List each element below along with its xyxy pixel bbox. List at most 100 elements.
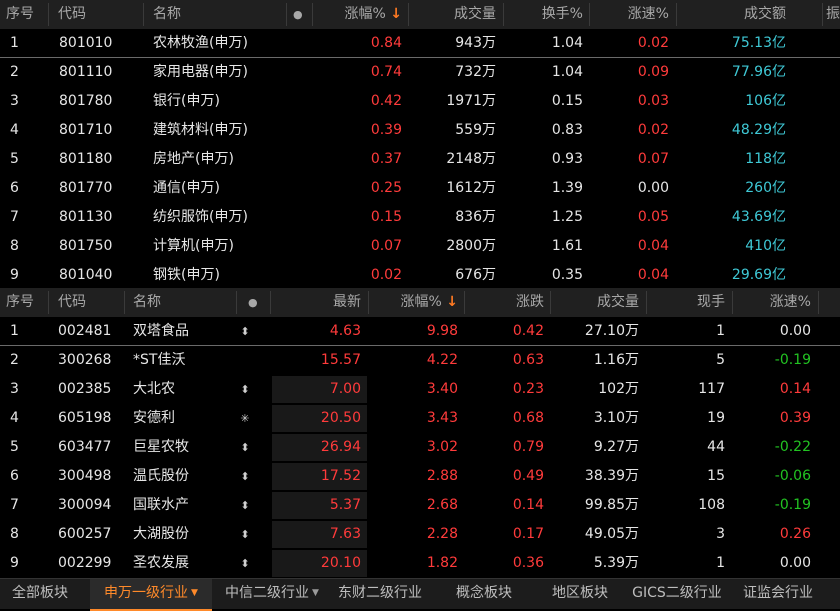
tab-label: 中信二级行业 xyxy=(225,585,310,601)
cell-change: 0.42 xyxy=(512,323,544,339)
col-header-turnover[interactable]: 换手% xyxy=(503,0,583,29)
cell-change: 0.23 xyxy=(512,381,544,397)
cell-code: 002299 xyxy=(58,555,112,571)
table-row[interactable]: 3 002385 大北农 ⬍ 7.00 3.40 0.23 102万 117 0.14 xyxy=(0,375,840,404)
cell-vol: 27.10万 xyxy=(584,323,639,339)
col-header-pct[interactable]: 涨幅% ↓ xyxy=(368,288,459,317)
cell-cur: 44 xyxy=(707,439,725,455)
col-header-amount[interactable]: 成交额 xyxy=(676,0,786,29)
col-header-no[interactable]: 序号 xyxy=(6,288,34,317)
col-header-speed[interactable]: 涨速% xyxy=(732,288,811,317)
cell-turnover: 1.04 xyxy=(551,64,583,80)
cell-flag: ⬍ xyxy=(240,528,250,541)
cell-price: 5.37 xyxy=(329,497,361,513)
col-header-code[interactable]: 代码 xyxy=(58,288,86,317)
cell-cur: 15 xyxy=(707,468,725,484)
col-header-cur[interactable]: 现手 xyxy=(646,288,725,317)
tab-3[interactable]: 中信二级行业 ▼ xyxy=(218,579,326,609)
cell-turnover: 1.39 xyxy=(551,180,583,196)
table-row[interactable]: 4 605198 安德利 ✳ 20.50 3.43 0.68 3.10万 19 0.39 xyxy=(0,404,840,433)
col-header-no[interactable]: 序号 xyxy=(6,0,34,29)
col-header-vol[interactable]: 成交量 xyxy=(408,0,496,29)
col-header-extra[interactable]: 振 xyxy=(826,0,840,29)
cell-flag: ⬍ xyxy=(240,441,250,454)
table-row[interactable]: 3 801780 银行(申万) 0.42 1971万 0.15 0.03 106亿 xyxy=(0,87,840,116)
cell-turnover: 1.04 xyxy=(551,35,583,51)
cell-code: 002481 xyxy=(58,323,112,339)
table-row[interactable]: 2 300268 *ST佳沃 15.57 4.22 0.63 1.16万 5 -0.19 xyxy=(0,346,840,375)
tab-5[interactable]: 概念板块 xyxy=(444,579,524,609)
cell-code: 605198 xyxy=(58,410,112,426)
cell-code: 801180 xyxy=(59,151,113,167)
tab-6[interactable]: 地区板块 xyxy=(540,579,620,609)
cell-code: 603477 xyxy=(58,439,112,455)
cell-pct: 0.42 xyxy=(370,93,402,109)
table-row[interactable]: 2 801110 家用电器(申万) 0.74 732万 1.04 0.09 77.96亿 xyxy=(0,58,840,87)
col-header-price[interactable]: 最新 xyxy=(270,288,361,317)
table-row[interactable]: 8 801750 计算机(申万) 0.07 2800万 1.61 0.04 410亿 xyxy=(0,232,840,261)
table-row[interactable]: 1 002481 双塔食品 ⬍ 4.63 9.98 0.42 27.10万 1 0.00 xyxy=(0,317,840,346)
cell-vol: 102万 xyxy=(598,381,639,397)
cell-vol: 732万 xyxy=(455,64,496,80)
cell-speed: 0.09 xyxy=(637,64,669,80)
table-row[interactable]: 5 801180 房地产(申万) 0.37 2148万 0.93 0.07 118亿 xyxy=(0,145,840,174)
col-header-speed[interactable]: 涨速% xyxy=(589,0,669,29)
table-row[interactable]: 8 600257 大湖股份 ⬍ 7.63 2.28 0.17 49.05万 3 0.26 xyxy=(0,520,840,549)
col-header-dot[interactable]: ● xyxy=(293,0,303,29)
tab-1[interactable]: 全部板块 xyxy=(0,579,80,609)
cell-no: 1 xyxy=(10,35,19,51)
cell-change: 0.49 xyxy=(512,468,544,484)
table-row[interactable]: 7 801130 纺织服饰(申万) 0.15 836万 1.25 0.05 43.69亿 xyxy=(0,203,840,232)
table-row[interactable]: 5 603477 巨星农牧 ⬍ 26.94 3.02 0.79 9.27万 44 -0.22 xyxy=(0,433,840,462)
table-row[interactable]: 6 300498 温氏股份 ⬍ 17.52 2.88 0.49 38.39万 15 -0.06 xyxy=(0,462,840,491)
cell-vol: 2800万 xyxy=(446,238,496,254)
table-row[interactable]: 4 801710 建筑材料(申万) 0.39 559万 0.83 0.02 48.29亿 xyxy=(0,116,840,145)
cell-name: 安德利 xyxy=(133,410,175,426)
table-row[interactable]: 9 002299 圣农发展 ⬍ 20.10 1.82 0.36 5.39万 1 0.00 xyxy=(0,549,840,578)
cell-vol: 1971万 xyxy=(446,93,496,109)
cell-name: 圣农发展 xyxy=(133,555,189,571)
cell-no: 2 xyxy=(10,352,19,368)
tab-8[interactable]: 证监会行业 xyxy=(734,579,822,609)
tab-7[interactable]: GICS二级行业 xyxy=(624,579,730,609)
table-row[interactable]: 9 801040 钢铁(申万) 0.02 676万 0.35 0.04 29.69亿 xyxy=(0,261,840,290)
cell-flag xyxy=(236,346,254,375)
col-header-pct[interactable]: 涨幅% ↓ xyxy=(312,0,403,29)
cell-vol: 5.39万 xyxy=(593,555,639,571)
sort-desc-icon: ↓ xyxy=(390,6,402,22)
cell-turnover: 0.35 xyxy=(551,267,583,283)
table-row[interactable]: 1 801010 农林牧渔(申万) 0.84 943万 1.04 0.02 75.13亿 xyxy=(0,29,840,58)
cell-flag: ⬍ xyxy=(240,470,250,483)
cell-vol: 3.10万 xyxy=(593,410,639,426)
col-header-vol[interactable]: 成交量 xyxy=(550,288,639,317)
cell-name: 双塔食品 xyxy=(133,323,189,339)
cell-pct: 0.15 xyxy=(370,209,402,225)
cell-code: 300268 xyxy=(58,352,112,368)
table-row[interactable]: 6 801770 通信(申万) 0.25 1612万 1.39 0.00 260亿 xyxy=(0,174,840,203)
cell-vol: 99.85万 xyxy=(584,497,639,513)
col-header-change[interactable]: 涨跌 xyxy=(464,288,544,317)
tab-2[interactable]: 申万一级行业 ▼ xyxy=(90,579,212,611)
cell-pct: 2.88 xyxy=(426,468,458,484)
col-header-code[interactable]: 代码 xyxy=(58,0,86,29)
cell-pct: 0.37 xyxy=(370,151,402,167)
table-row[interactable]: 7 300094 国联水产 ⬍ 5.37 2.68 0.14 99.85万 108 -0.19 xyxy=(0,491,840,520)
tab-label: 申万一级行业 xyxy=(104,585,189,601)
cell-no: 3 xyxy=(10,381,19,397)
tab-label: 全部板块 xyxy=(12,585,68,601)
tab-4[interactable]: 东财二级行业 xyxy=(330,579,430,609)
cell-flag: ⬍ xyxy=(240,325,250,338)
cell-price: 17.52 xyxy=(320,468,361,484)
cell-no: 8 xyxy=(10,526,19,542)
cell-pct: 0.07 xyxy=(370,238,402,254)
cell-price: 20.10 xyxy=(320,555,361,571)
cell-pct: 0.84 xyxy=(370,35,402,51)
bottom-table-header: 序号 代码 名称 ● 最新 涨幅% ↓ 涨跌 成交量 现手 涨速% xyxy=(0,288,840,317)
cell-no: 9 xyxy=(10,555,19,571)
col-header-dot[interactable]: ● xyxy=(248,288,258,317)
col-header-name[interactable]: 名称 xyxy=(133,288,161,317)
cell-turnover: 1.61 xyxy=(551,238,583,254)
cell-amount: 410亿 xyxy=(745,238,786,254)
cell-speed: 0.04 xyxy=(637,267,669,283)
col-header-name[interactable]: 名称 xyxy=(153,0,181,29)
